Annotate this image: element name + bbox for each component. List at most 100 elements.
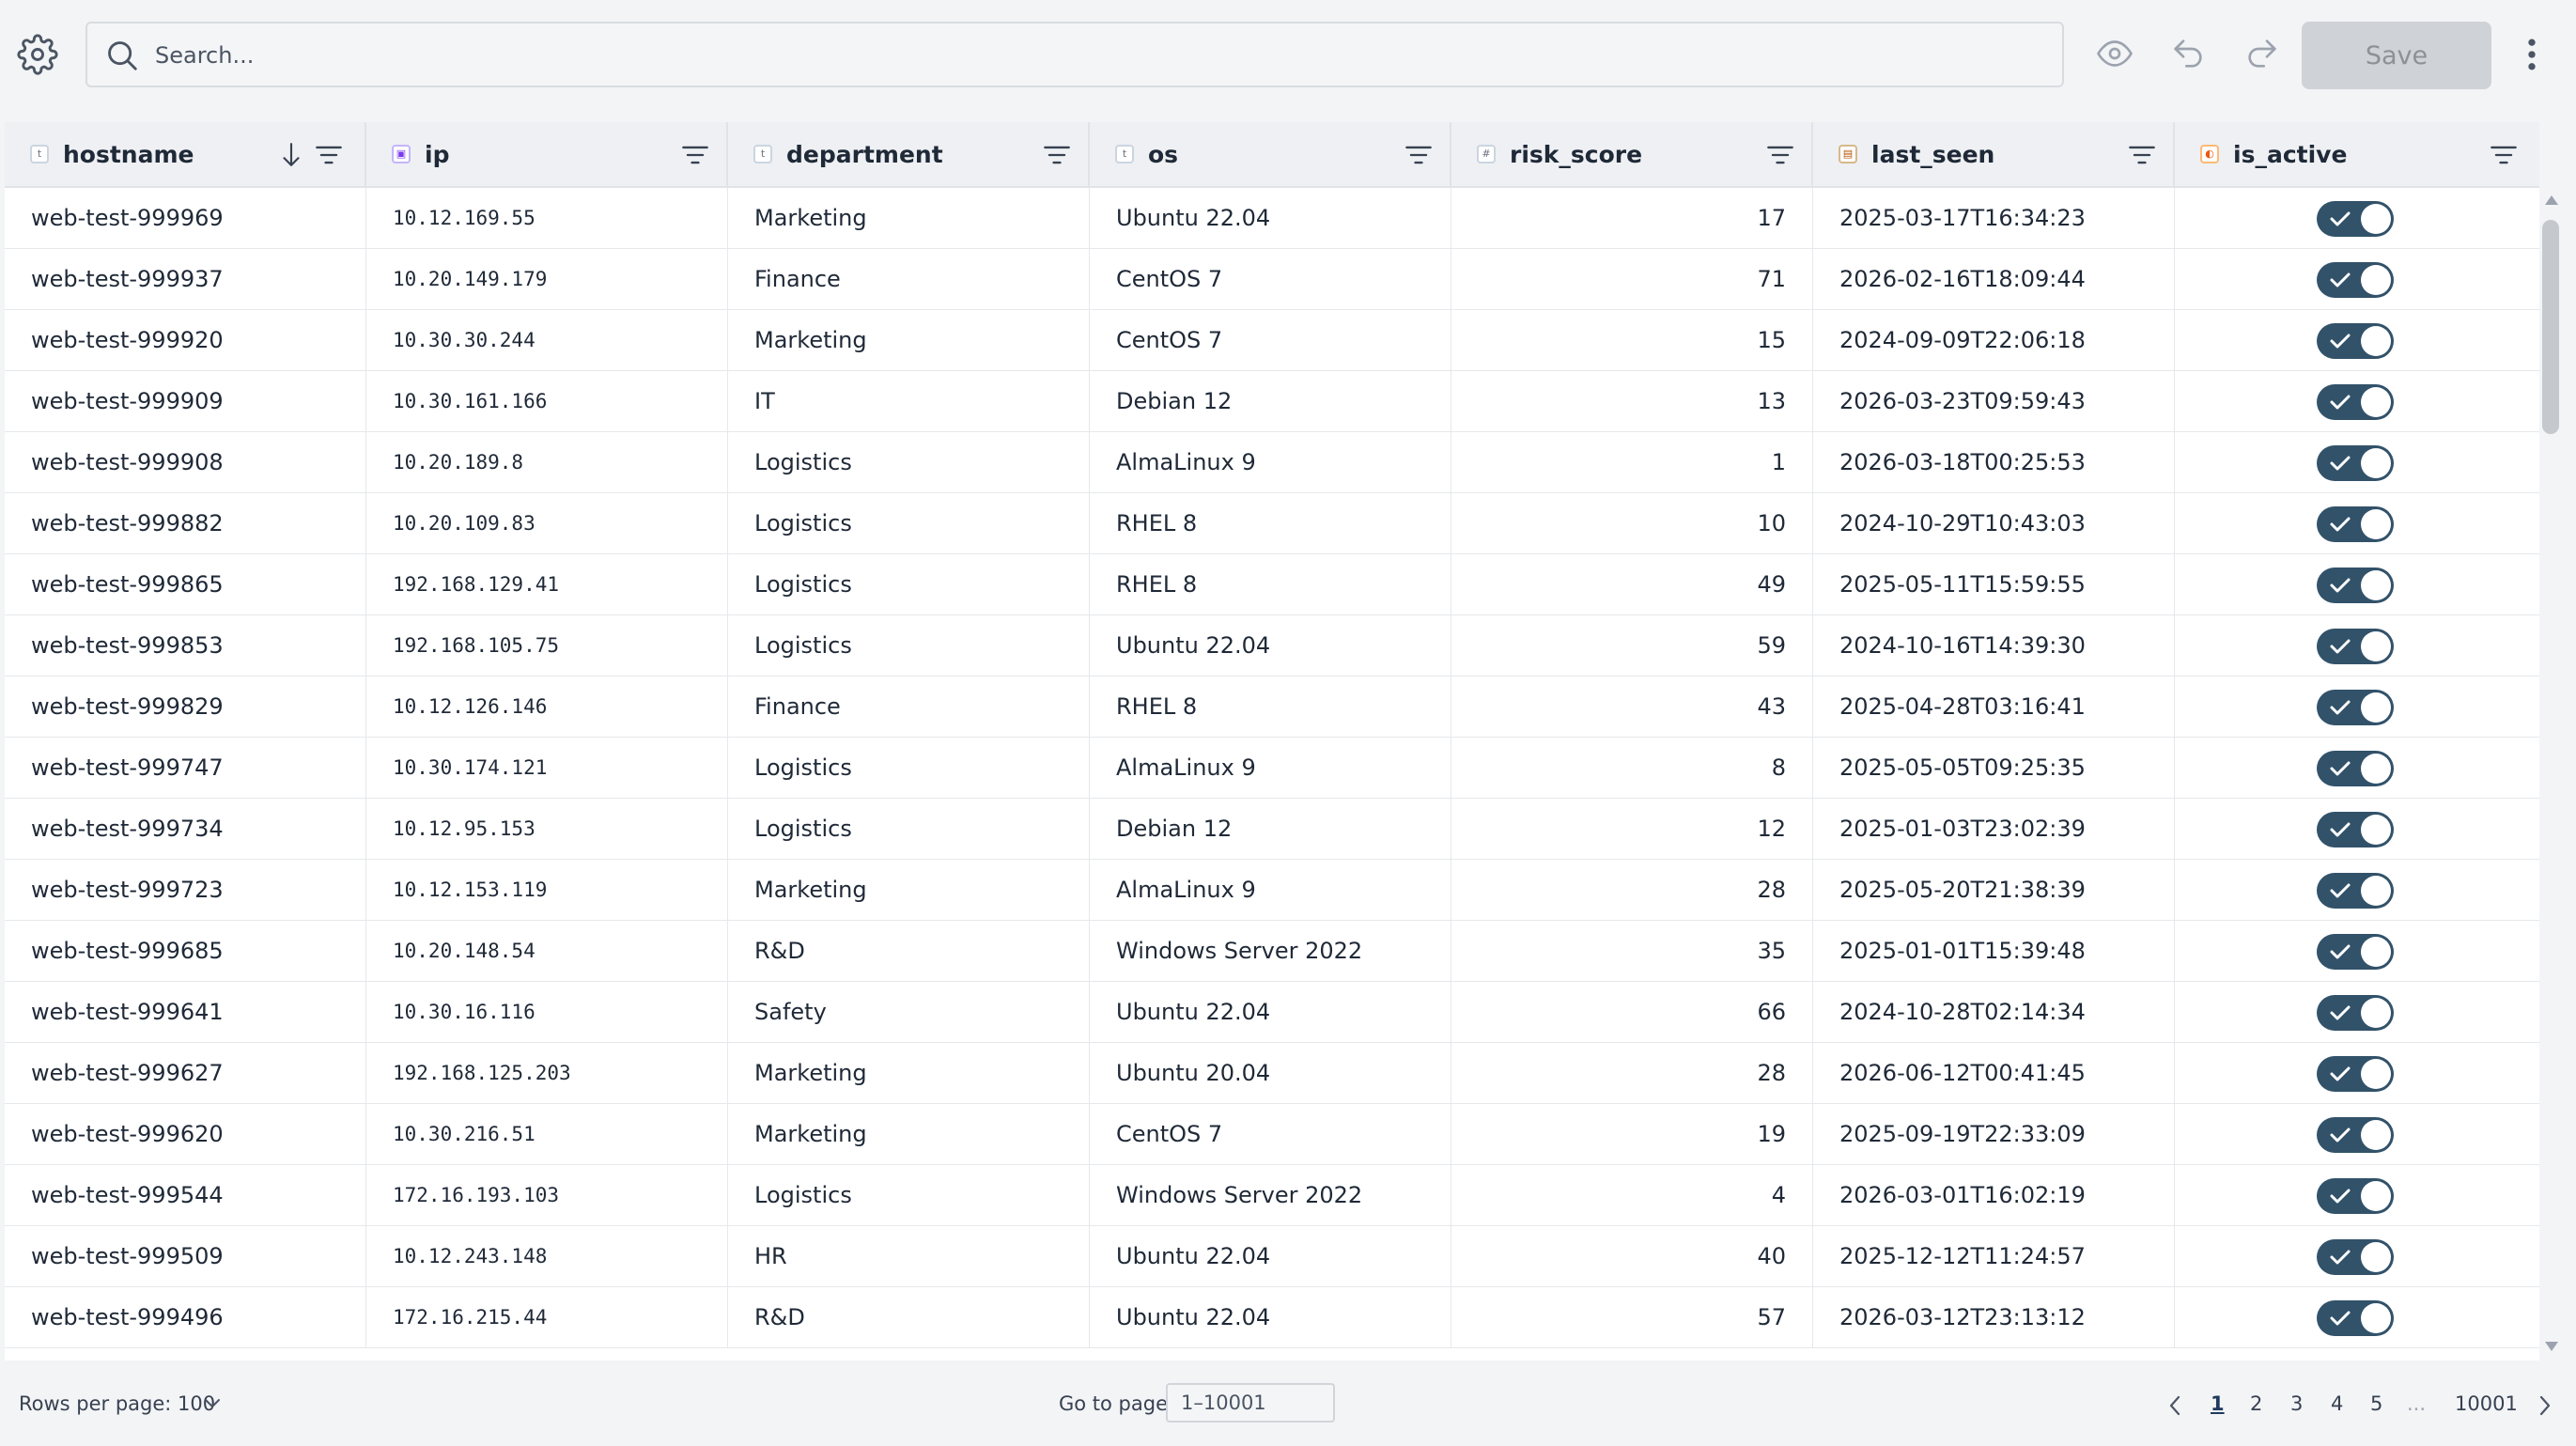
filter-icon[interactable]: [315, 143, 343, 167]
cell-ip[interactable]: 192.168.125.203: [366, 1043, 728, 1104]
cell-risk-score[interactable]: 12: [1451, 799, 1813, 860]
cell-department[interactable]: Marketing: [728, 1043, 1090, 1104]
cell-ip[interactable]: 10.20.148.54: [366, 921, 728, 982]
cell-last-seen[interactable]: 2024-10-28T02:14:34: [1813, 982, 2175, 1043]
cell-risk-score[interactable]: 71: [1451, 249, 1813, 310]
previous-page-icon[interactable]: [2166, 1394, 2183, 1417]
cell-os[interactable]: RHEL 8: [1090, 554, 1451, 615]
column-header-risk-score[interactable]: # risk_score: [1451, 122, 1813, 188]
cell-ip[interactable]: 10.20.109.83: [366, 493, 728, 554]
cell-hostname[interactable]: web-test-999723: [5, 860, 366, 921]
cell-ip[interactable]: 10.30.216.51: [366, 1104, 728, 1165]
cell-last-seen[interactable]: 2025-05-05T09:25:35: [1813, 738, 2175, 799]
cell-ip[interactable]: 10.12.169.55: [366, 188, 728, 249]
page-link[interactable]: 3: [2290, 1392, 2303, 1415]
cell-department[interactable]: Finance: [728, 676, 1090, 738]
is-active-toggle[interactable]: [2317, 1300, 2394, 1336]
cell-hostname[interactable]: web-test-999865: [5, 554, 366, 615]
page-link[interactable]: 4: [2331, 1392, 2343, 1415]
cell-department[interactable]: R&D: [728, 1287, 1090, 1348]
cell-department[interactable]: Marketing: [728, 310, 1090, 371]
next-page-icon[interactable]: [2537, 1394, 2553, 1417]
page-link[interactable]: 5: [2370, 1392, 2382, 1415]
is-active-toggle[interactable]: [2317, 568, 2394, 603]
cell-last-seen[interactable]: 2024-10-29T10:43:03: [1813, 493, 2175, 554]
cell-risk-score[interactable]: 10: [1451, 493, 1813, 554]
chevron-down-icon[interactable]: [203, 1396, 222, 1411]
cell-hostname[interactable]: web-test-999829: [5, 676, 366, 738]
rows-per-page-select[interactable]: Rows per page: 100: [19, 1392, 215, 1415]
cell-ip[interactable]: 10.20.149.179: [366, 249, 728, 310]
table-row[interactable]: web-test-999829 10.12.126.146 Finance RHEL …: [5, 676, 2539, 738]
vertical-scrollbar[interactable]: [2540, 188, 2563, 1360]
table-row[interactable]: web-test-999496 172.16.215.44 R&D Ubuntu 22…: [5, 1287, 2539, 1348]
cell-risk-score[interactable]: 15: [1451, 310, 1813, 371]
cell-risk-score[interactable]: 19: [1451, 1104, 1813, 1165]
cell-last-seen[interactable]: 2026-06-12T00:41:45: [1813, 1043, 2175, 1104]
filter-icon[interactable]: [681, 143, 709, 167]
cell-ip[interactable]: 192.168.129.41: [366, 554, 728, 615]
cell-hostname[interactable]: web-test-999627: [5, 1043, 366, 1104]
cell-hostname[interactable]: web-test-999908: [5, 432, 366, 493]
cell-hostname[interactable]: web-test-999747: [5, 738, 366, 799]
cell-ip[interactable]: 10.30.174.121: [366, 738, 728, 799]
cell-os[interactable]: AlmaLinux 9: [1090, 860, 1451, 921]
cell-department[interactable]: Logistics: [728, 1165, 1090, 1226]
is-active-toggle[interactable]: [2317, 995, 2394, 1031]
save-button[interactable]: Save: [2302, 22, 2491, 89]
cell-department[interactable]: Logistics: [728, 738, 1090, 799]
cell-os[interactable]: Ubuntu 22.04: [1090, 188, 1451, 249]
cell-last-seen[interactable]: 2025-05-11T15:59:55: [1813, 554, 2175, 615]
cell-ip[interactable]: 172.16.193.103: [366, 1165, 728, 1226]
cell-os[interactable]: CentOS 7: [1090, 249, 1451, 310]
cell-risk-score[interactable]: 43: [1451, 676, 1813, 738]
cell-hostname[interactable]: web-test-999920: [5, 310, 366, 371]
is-active-toggle[interactable]: [2317, 262, 2394, 298]
table-row[interactable]: web-test-999853 192.168.105.75 Logistics Ub…: [5, 615, 2539, 676]
cell-last-seen[interactable]: 2024-10-16T14:39:30: [1813, 615, 2175, 676]
cell-os[interactable]: CentOS 7: [1090, 1104, 1451, 1165]
cell-ip[interactable]: 10.20.189.8: [366, 432, 728, 493]
cell-department[interactable]: Finance: [728, 249, 1090, 310]
table-row[interactable]: web-test-999920 10.30.30.244 Marketing Cent…: [5, 310, 2539, 371]
table-row[interactable]: web-test-999509 10.12.243.148 HR Ubuntu 22.…: [5, 1226, 2539, 1287]
cell-department[interactable]: Marketing: [728, 1104, 1090, 1165]
is-active-toggle[interactable]: [2317, 934, 2394, 970]
is-active-toggle[interactable]: [2317, 873, 2394, 909]
column-header-last-seen[interactable]: ▤ last_seen: [1813, 122, 2175, 188]
filter-icon[interactable]: [1766, 143, 1794, 167]
is-active-toggle[interactable]: [2317, 629, 2394, 664]
is-active-toggle[interactable]: [2317, 690, 2394, 725]
cell-hostname[interactable]: web-test-999641: [5, 982, 366, 1043]
sort-descending-icon[interactable]: [279, 141, 303, 169]
cell-os[interactable]: AlmaLinux 9: [1090, 432, 1451, 493]
search-input[interactable]: [153, 23, 2026, 87]
cell-risk-score[interactable]: 40: [1451, 1226, 1813, 1287]
is-active-toggle[interactable]: [2317, 445, 2394, 481]
filter-icon[interactable]: [1404, 143, 1433, 167]
is-active-toggle[interactable]: [2317, 751, 2394, 786]
filter-icon[interactable]: [2490, 143, 2518, 167]
table-row[interactable]: web-test-999544 172.16.193.103 Logistics Wi…: [5, 1165, 2539, 1226]
cell-department[interactable]: Logistics: [728, 493, 1090, 554]
cell-ip[interactable]: 10.12.95.153: [366, 799, 728, 860]
gear-icon[interactable]: [17, 34, 58, 75]
cell-last-seen[interactable]: 2025-01-03T23:02:39: [1813, 799, 2175, 860]
kebab-menu-icon[interactable]: [2518, 34, 2546, 75]
table-row[interactable]: web-test-999685 10.20.148.54 R&D Windows Se…: [5, 921, 2539, 982]
cell-department[interactable]: Logistics: [728, 615, 1090, 676]
table-row[interactable]: web-test-999937 10.20.149.179 Finance CentO…: [5, 249, 2539, 310]
cell-risk-score[interactable]: 1: [1451, 432, 1813, 493]
page-link[interactable]: 1: [2211, 1392, 2225, 1415]
is-active-toggle[interactable]: [2317, 323, 2394, 359]
column-header-hostname[interactable]: t hostname: [5, 122, 366, 188]
cell-ip[interactable]: 10.12.243.148: [366, 1226, 728, 1287]
cell-os[interactable]: Ubuntu 22.04: [1090, 982, 1451, 1043]
cell-hostname[interactable]: web-test-999620: [5, 1104, 366, 1165]
column-header-ip[interactable]: ▣ ip: [366, 122, 728, 188]
is-active-toggle[interactable]: [2317, 201, 2394, 237]
table-row[interactable]: web-test-999620 10.30.216.51 Marketing Cent…: [5, 1104, 2539, 1165]
scroll-down-arrow-icon[interactable]: [2544, 1340, 2559, 1353]
cell-hostname[interactable]: web-test-999496: [5, 1287, 366, 1348]
cell-hostname[interactable]: web-test-999853: [5, 615, 366, 676]
